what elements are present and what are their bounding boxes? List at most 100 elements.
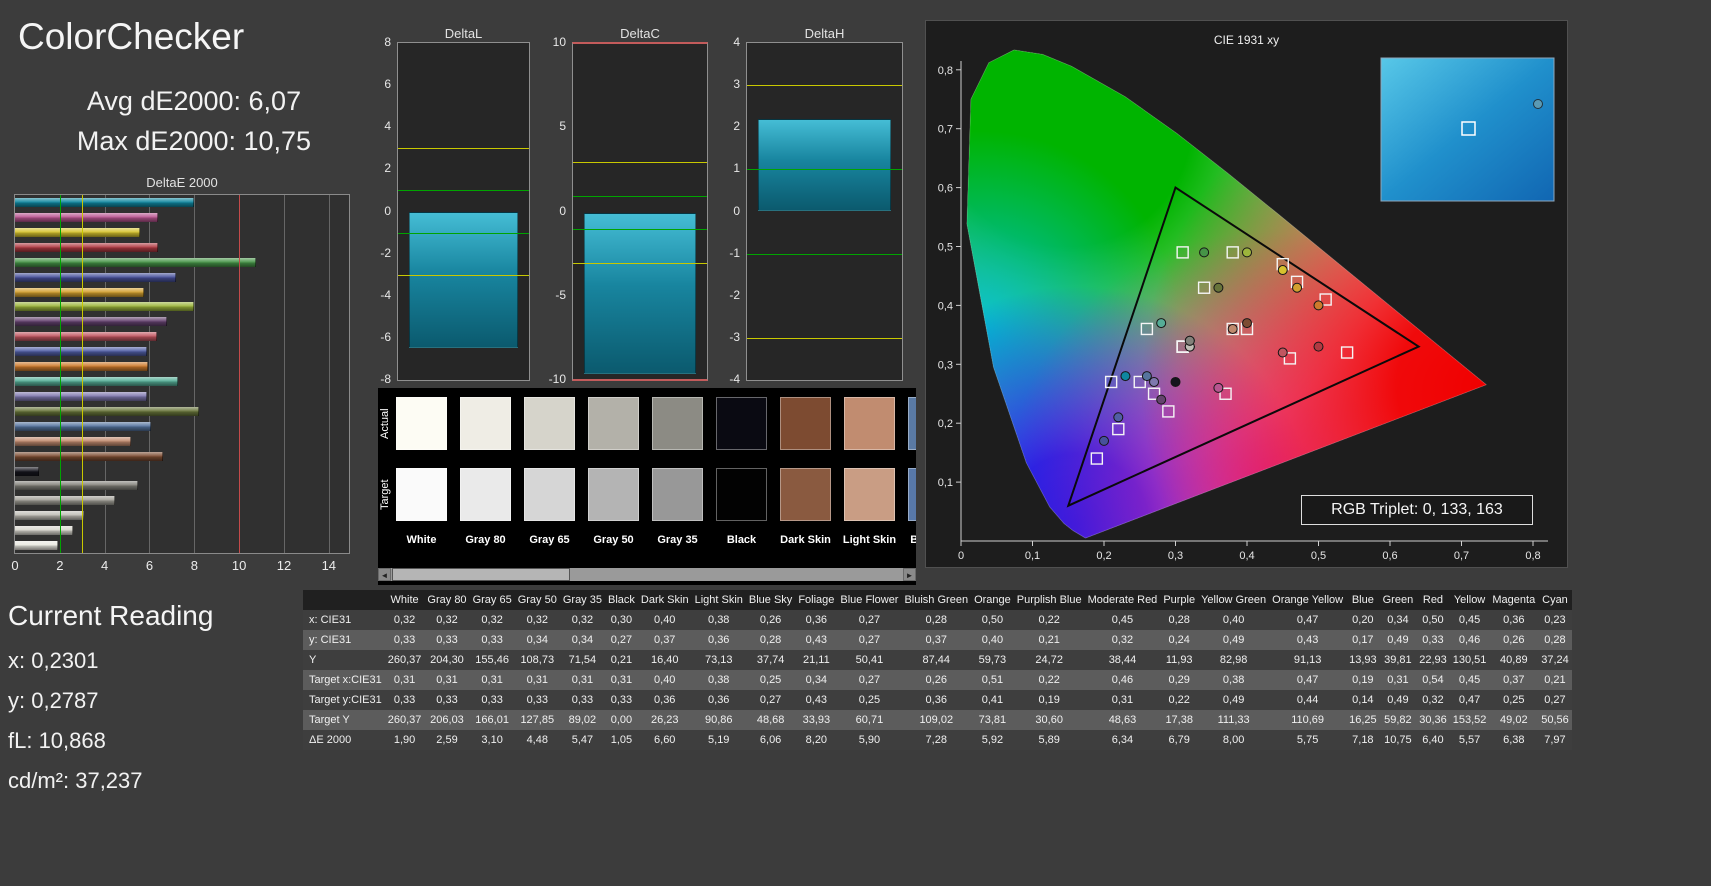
swatch-target-light-skin[interactable] — [844, 468, 895, 521]
reading-cdm2-value: cd/m²: 37,237 — [8, 768, 143, 793]
table-cell: 0,26 — [759, 614, 782, 626]
swatch-target-gray-50[interactable] — [588, 468, 639, 521]
swatch-target-blue-sky[interactable] — [908, 468, 916, 521]
gridline — [283, 195, 285, 553]
table-cell: 6,06 — [759, 734, 782, 746]
table-cell: 82,98 — [1219, 654, 1248, 666]
table-cell: 87,44 — [922, 654, 951, 666]
table-cell: 71,54 — [568, 654, 597, 666]
x-tick-label: 0,6 — [1382, 550, 1397, 562]
swatch-actual-dark-skin[interactable] — [780, 397, 831, 450]
deltae-bar-black — [15, 466, 39, 476]
table-cell: 0,25 — [759, 674, 782, 686]
cie-chart-title: CIE 1931 xy — [1213, 33, 1280, 47]
table-cell: 0,45 — [1458, 674, 1481, 686]
table-col-header-gray-50: Gray 50 — [517, 594, 557, 606]
table-cell: 59,82 — [1384, 714, 1412, 726]
table-cell: 0,33 — [481, 694, 503, 706]
table-cell: 0,34 — [1387, 614, 1409, 626]
table-cell: 0,33 — [610, 694, 633, 706]
scroll-left-icon[interactable]: ◄ — [378, 568, 391, 581]
table-cell: 0,30 — [610, 614, 633, 626]
table-cell: 0,41 — [981, 694, 1004, 706]
table-cell: 0,46 — [1458, 634, 1481, 646]
table-cell: 0,29 — [1168, 674, 1190, 686]
y-tick-label: 6 — [384, 77, 391, 92]
table-cell: 0,32 — [436, 614, 458, 626]
gridline — [194, 195, 196, 553]
table-cell: 5,19 — [708, 734, 730, 746]
table-cell: 0,36 — [805, 614, 828, 626]
x-tick-label: 0,7 — [1454, 550, 1469, 562]
scrollbar-thumb[interactable] — [392, 568, 570, 581]
table-col-header-purple: Purple — [1163, 594, 1196, 606]
table-cell: 7,97 — [1544, 734, 1566, 746]
table-cell: 0,20 — [1352, 614, 1374, 626]
table-cell: 30,60 — [1035, 714, 1063, 726]
table-cell: 0,38 — [708, 674, 730, 686]
table-cell: 109,02 — [919, 714, 954, 726]
table-cell: 50,56 — [1541, 714, 1569, 726]
red-reference-line — [239, 195, 241, 553]
deltae-bar-yellow — [15, 227, 140, 237]
swatch-target-dark-skin[interactable] — [780, 468, 831, 521]
x-tick-label: 0,2 — [1096, 550, 1111, 562]
deltac-bar — [584, 212, 696, 375]
swatch-panel: Actual Target White Gray 80 Gray 65 Gray 50… — [378, 388, 916, 585]
x-tick-label: 12 — [276, 558, 292, 573]
table-cell: 38,44 — [1108, 654, 1137, 666]
swatch-target-gray-65[interactable] — [524, 468, 575, 521]
table-cell: 17,38 — [1165, 714, 1193, 726]
swatch-actual-gray-35[interactable] — [652, 397, 703, 450]
table-cell: 0,26 — [925, 674, 947, 686]
swatch-label-gray-35: Gray 35 — [657, 534, 698, 546]
table-cell: 39,81 — [1384, 654, 1412, 666]
x-tick-label: 0,8 — [1525, 550, 1540, 562]
cie-measured-light-skin — [1227, 323, 1238, 334]
swatch-actual-gray-50[interactable] — [588, 397, 639, 450]
table-cell: 6,38 — [1503, 734, 1525, 746]
threshold-line — [573, 229, 707, 231]
swatch-actual-light-skin[interactable] — [844, 397, 895, 450]
scroll-right-icon[interactable]: ► — [903, 568, 916, 581]
swatch-actual-white[interactable] — [396, 397, 447, 450]
actual-row-label: Actual — [379, 408, 391, 439]
table-col-header-bluish-green: Bluish Green — [904, 594, 969, 606]
x-tick-label: 2 — [56, 558, 64, 573]
swatch-actual-blue-sky[interactable] — [908, 397, 916, 450]
x-tick-label: 10 — [231, 558, 247, 573]
cie-measured-blue — [1099, 435, 1109, 446]
cie-measured-foliage — [1213, 282, 1224, 293]
deltah-bar — [758, 118, 891, 212]
table-cell: 127,85 — [520, 714, 555, 726]
deltae-bar-dark-skin — [15, 451, 163, 461]
swatch-scrollbar[interactable]: ◄ ► — [378, 568, 916, 581]
table-cell: 60,71 — [855, 714, 884, 726]
swatch-actual-gray-65[interactable] — [524, 397, 575, 450]
cie-measured-gray-35 — [1184, 335, 1195, 346]
table-col-header-yellow: Yellow — [1453, 594, 1486, 606]
colorchecker-window: ColorChecker Avg dE2000: 6,07 Max dE2000… — [0, 0, 1711, 886]
deltae-bar-chart — [14, 194, 350, 554]
deltah-chart-title: DeltaH — [804, 26, 845, 41]
deltae-bar-gray-65 — [15, 511, 85, 521]
y-tick-label: 5 — [559, 119, 566, 134]
deltae-bar-moderate-red — [15, 332, 158, 342]
table-cell: 0,36 — [925, 694, 947, 706]
table-cell: 0,40 — [654, 614, 676, 626]
swatch-target-black[interactable] — [716, 468, 767, 521]
table-cell: 0,37 — [925, 634, 947, 646]
swatch-target-gray-80[interactable] — [460, 468, 511, 521]
table-col-header-orange: Orange — [974, 594, 1011, 606]
deltae-bar-gray-80 — [15, 526, 74, 536]
swatch-target-white[interactable] — [396, 468, 447, 521]
deltae-chart-title: DeltaE 2000 — [146, 175, 218, 190]
deltae-bar-green — [15, 257, 256, 267]
swatch-actual-gray-80[interactable] — [460, 397, 511, 450]
table-cell: 0,32 — [1111, 634, 1134, 646]
deltae-bar-blue — [15, 272, 176, 282]
swatch-actual-black[interactable] — [716, 397, 767, 450]
table-row-label: Y — [309, 654, 317, 666]
swatch-target-gray-35[interactable] — [652, 468, 703, 521]
rgb-triplet-label: RGB Triplet: 0, 133, 163 — [1301, 495, 1533, 525]
